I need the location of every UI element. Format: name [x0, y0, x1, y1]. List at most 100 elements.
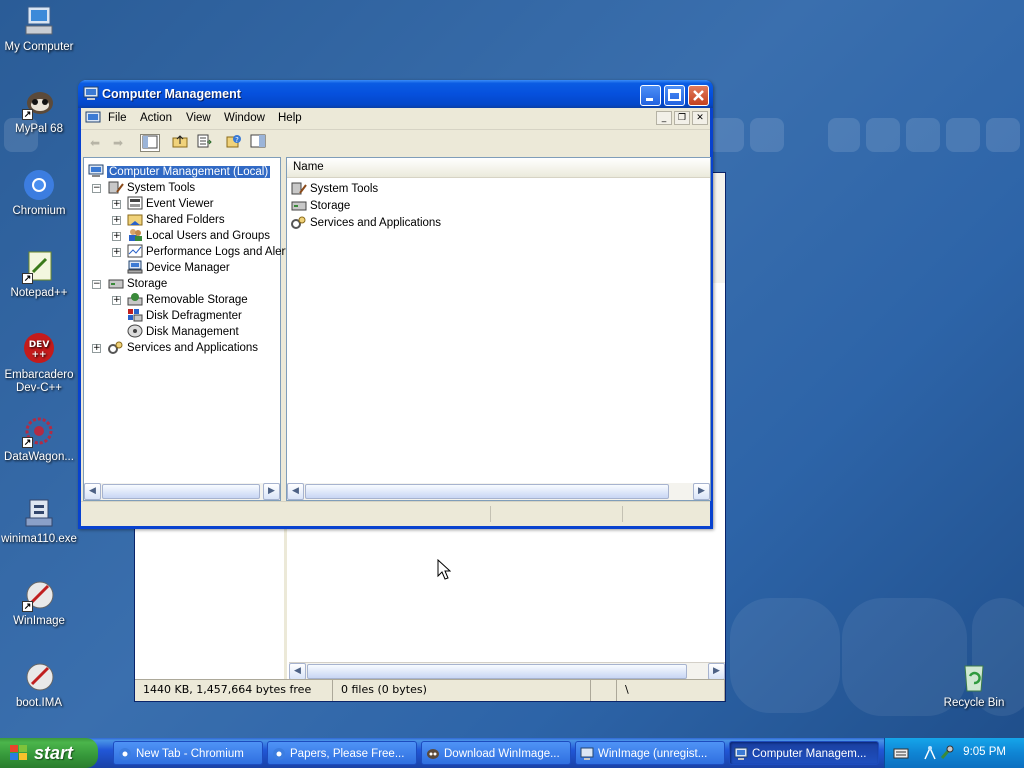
desktop-icon-boot-ima[interactable]: boot.IMA	[0, 660, 78, 710]
desktop-icon-notepadpp[interactable]: ↗ Notepad++	[0, 250, 78, 300]
tree-node-local-users[interactable]: Local Users and Groups	[127, 228, 270, 244]
export-list-button[interactable]	[194, 134, 214, 152]
desktop-icon-mypal[interactable]: ↗ MyPal 68	[0, 86, 78, 136]
installer-icon	[22, 496, 56, 530]
network-icon[interactable]	[923, 745, 937, 761]
expand-toggle[interactable]: +	[112, 216, 121, 225]
expand-toggle[interactable]: +	[112, 296, 121, 305]
mmc-document-icon[interactable]	[85, 111, 101, 126]
title-bar[interactable]: Computer Management	[78, 80, 713, 108]
tree-node-label: Computer Management (Local)	[107, 166, 271, 178]
desktop-icon-datawagon[interactable]: ↗ DataWagon...	[0, 414, 78, 464]
results-horizontal-scrollbar[interactable]: ◀ ▶	[287, 483, 710, 500]
toolbar: ⬅ ➡ ?	[81, 131, 710, 155]
expand-toggle[interactable]: +	[112, 232, 121, 241]
console-tree-pane[interactable]: Computer Management (Local) − System Too…	[83, 157, 294, 501]
system-tray: 9:05 PM	[884, 738, 1024, 768]
column-header-name[interactable]: Name	[287, 158, 710, 178]
expand-toggle[interactable]: +	[112, 248, 121, 257]
tree-node-device-manager[interactable]: Device Manager	[127, 260, 230, 276]
list-item-label: System Tools	[310, 183, 379, 195]
results-pane[interactable]: Name System Tools Storage Services and A…	[286, 157, 711, 501]
child-close-button[interactable]: ✕	[692, 111, 708, 125]
desktop-icon-chromium[interactable]: Chromium	[0, 168, 78, 218]
scroll-right-button[interactable]: ▶	[708, 663, 725, 680]
tree-node-event-viewer[interactable]: Event Viewer	[127, 196, 214, 212]
help-topic-icon: ?	[226, 135, 241, 148]
computer-management-window[interactable]: Computer Management File Action View Win…	[78, 80, 713, 529]
services-applications-icon	[108, 340, 124, 354]
help-button[interactable]: ?	[224, 134, 244, 152]
scroll-left-button[interactable]: ◀	[289, 663, 306, 680]
collapse-toggle[interactable]: −	[92, 280, 101, 289]
storage-icon	[291, 198, 307, 212]
taskbar-button-download-winimage[interactable]: Download WinImage...	[421, 741, 571, 765]
desktop-icon-winima-exe[interactable]: winima110.exe	[0, 496, 78, 546]
scroll-thumb[interactable]	[307, 664, 687, 679]
taskbar-button-winimage[interactable]: WinImage (unregist...	[575, 741, 725, 765]
taskbar-button-computer-management[interactable]: Computer Managem...	[729, 741, 879, 765]
disk-image-icon	[22, 660, 56, 694]
tree-node-services-applications[interactable]: Services and Applications	[108, 340, 258, 356]
desktop-icon-recycle-bin[interactable]: Recycle Bin	[935, 660, 1013, 710]
child-minimize-button[interactable]: _	[656, 111, 672, 125]
child-restore-button[interactable]: ❐	[674, 111, 690, 125]
tree-node-storage[interactable]: Storage	[108, 276, 167, 292]
list-item[interactable]: Services and Applications	[291, 215, 441, 231]
desktop-icon-my-computer[interactable]: My Computer	[0, 4, 78, 54]
computer-icon	[580, 747, 594, 760]
back-arrow-icon[interactable]: ⬅	[85, 134, 105, 152]
tree-node-system-tools[interactable]: System Tools	[108, 180, 195, 196]
forward-arrow-icon[interactable]: ➡	[108, 134, 128, 152]
desktop-icon-label: Chromium	[12, 205, 66, 217]
tree-node-label: Disk Defragmenter	[146, 310, 242, 322]
expand-toggle[interactable]: +	[112, 200, 121, 209]
expand-toggle[interactable]: +	[92, 344, 101, 353]
menu-action[interactable]: Action	[140, 112, 172, 124]
desktop-icon-winimage[interactable]: ↗ WinImage	[0, 578, 78, 628]
tree-node-performance-logs[interactable]: Performance Logs and Alerts	[127, 244, 294, 260]
show-hide-tree-button[interactable]	[140, 134, 160, 152]
desktop-icon-devcpp[interactable]: DEV ++ Embarcadero Dev-C++	[0, 332, 78, 395]
safely-remove-hardware-icon[interactable]	[939, 745, 955, 761]
scroll-thumb[interactable]	[305, 484, 669, 499]
system-tools-icon	[291, 181, 307, 195]
tree-node-disk-management[interactable]: Disk Management	[127, 324, 239, 340]
scroll-left-button[interactable]: ◀	[287, 483, 304, 500]
keyboard-icon[interactable]	[893, 746, 909, 760]
collapse-toggle[interactable]: −	[92, 184, 101, 193]
svg-text:?: ?	[235, 136, 239, 144]
scroll-right-button[interactable]: ▶	[693, 483, 710, 500]
menu-window[interactable]: Window	[224, 112, 265, 124]
show-action-pane-button[interactable]	[248, 134, 268, 152]
close-button[interactable]	[688, 85, 709, 106]
menu-help[interactable]: Help	[278, 112, 302, 124]
tree-node-removable-storage[interactable]: Removable Storage	[127, 292, 248, 308]
users-icon	[127, 228, 143, 242]
up-one-level-button[interactable]	[170, 134, 190, 152]
status-path: \	[617, 680, 725, 701]
taskbar-button-chromium[interactable]: New Tab - Chromium	[113, 741, 263, 765]
status-divider	[490, 506, 491, 522]
minimize-button[interactable]	[640, 85, 661, 106]
scroll-left-button[interactable]: ◀	[84, 483, 101, 500]
svg-text:DEV: DEV	[29, 340, 50, 350]
tree-node-disk-defragmenter[interactable]: Disk Defragmenter	[127, 308, 242, 324]
mouse-cursor-icon	[437, 559, 451, 580]
disk-management-icon	[127, 324, 143, 338]
maximize-button[interactable]	[664, 85, 685, 106]
shortcut-arrow-icon: ↗	[22, 601, 33, 612]
list-item[interactable]: Storage	[291, 198, 350, 214]
tree-horizontal-scrollbar[interactable]: ◀ ▶	[84, 483, 280, 500]
menu-view[interactable]: View	[186, 112, 211, 124]
list-item[interactable]: System Tools	[291, 181, 378, 197]
background-window-horizontal-scrollbar[interactable]: ◀ ▶	[289, 662, 725, 680]
scroll-thumb[interactable]	[102, 484, 260, 499]
clock[interactable]: 9:05 PM	[963, 746, 1006, 758]
menu-file[interactable]: File	[108, 112, 127, 124]
start-button[interactable]: start	[0, 738, 98, 768]
taskbar-button-papers-please[interactable]: Papers, Please Free...	[267, 741, 417, 765]
scroll-right-button[interactable]: ▶	[263, 483, 280, 500]
tree-node-root[interactable]: Computer Management (Local)	[88, 164, 271, 180]
tree-node-shared-folders[interactable]: Shared Folders	[127, 212, 225, 228]
